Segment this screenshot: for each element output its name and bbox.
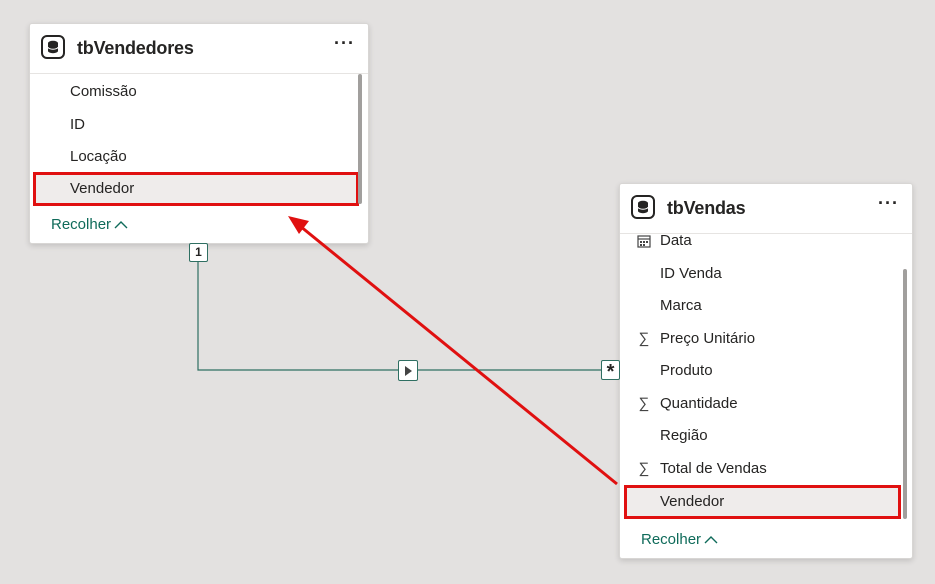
annotation-arrow [288, 216, 618, 486]
